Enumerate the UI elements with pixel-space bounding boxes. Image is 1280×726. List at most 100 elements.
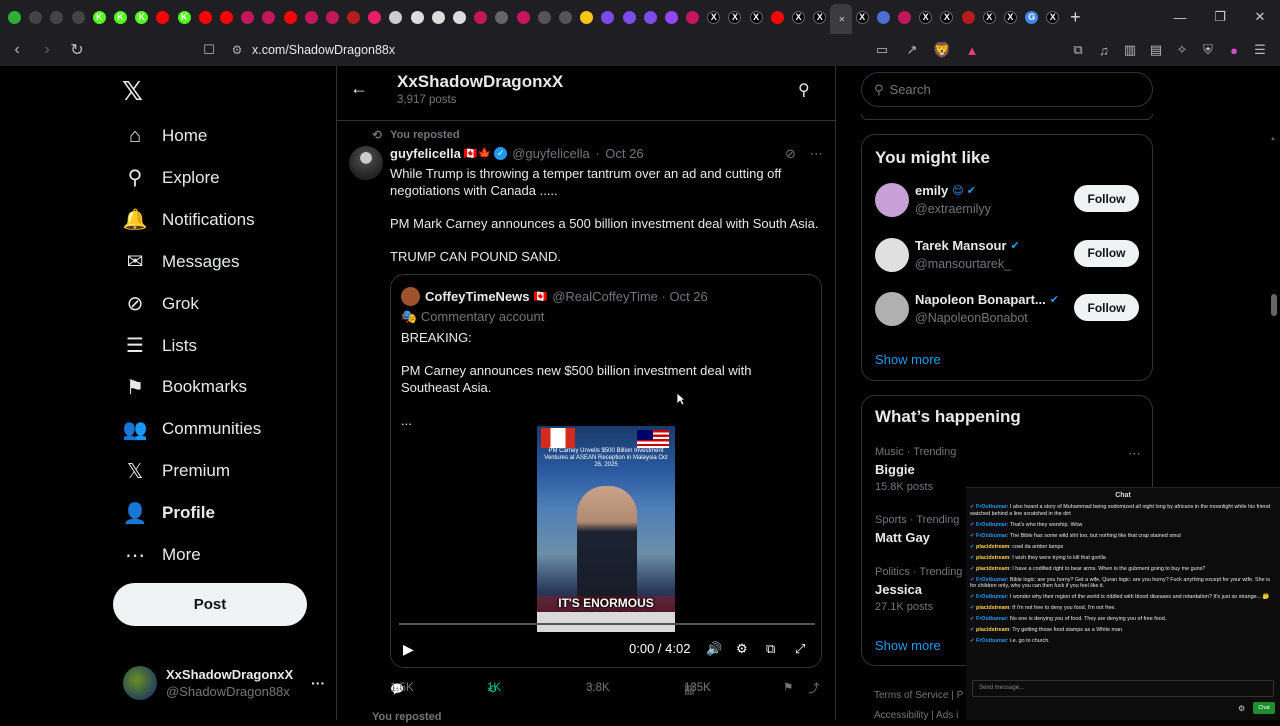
avatar[interactable] (349, 146, 383, 180)
vpn-icon[interactable]: ⛨ (1196, 37, 1220, 63)
browser-tab[interactable] (385, 0, 406, 34)
scroll-up-icon[interactable]: ▲ (1270, 136, 1276, 142)
browser-tab[interactable] (534, 0, 555, 34)
browser-tab[interactable] (682, 0, 703, 34)
minimize-button[interactable]: — (1160, 0, 1200, 34)
follow-button[interactable]: Follow (1074, 185, 1139, 212)
site-settings-icon[interactable]: ⚙ (222, 43, 252, 57)
x-logo-icon[interactable]: 𝕏 (122, 76, 143, 107)
chat-send-button[interactable]: Chat (1253, 702, 1275, 714)
browser-tab[interactable]: X (1000, 0, 1021, 34)
chat-username[interactable]: FrOstbumar (976, 577, 1007, 583)
show-more-link[interactable]: Show more (875, 638, 941, 653)
more-dots-icon[interactable]: ··· (311, 675, 325, 691)
browser-tab[interactable] (46, 0, 67, 34)
chat-username[interactable]: placidstream (976, 605, 1009, 611)
bookmark-icon[interactable]: ⚑ (783, 680, 793, 694)
settings-gear-icon[interactable]: ⚙ (736, 641, 748, 657)
browser-tab[interactable] (513, 0, 534, 34)
forward-nav-button[interactable]: › (34, 37, 60, 63)
music-icon[interactable]: ♫ (1092, 37, 1116, 63)
browser-tab[interactable] (343, 0, 364, 34)
tweet-author-handle[interactable]: @guyfelicella (512, 146, 590, 161)
browser-tab[interactable] (301, 0, 322, 34)
browser-tab[interactable] (873, 0, 894, 34)
browser-tab[interactable] (640, 0, 661, 34)
chat-input[interactable]: Send message... (972, 680, 1274, 697)
browser-tab[interactable]: K (110, 0, 131, 34)
browser-tab[interactable] (428, 0, 449, 34)
picture-in-picture-icon[interactable]: ⧉ (766, 641, 775, 657)
gear-icon[interactable]: ⚙ (1238, 704, 1245, 713)
back-nav-button[interactable]: ‹ (4, 37, 30, 63)
chat-username[interactable]: FrOstbumar (976, 522, 1007, 528)
browser-tab[interactable] (407, 0, 428, 34)
browser-tab[interactable] (216, 0, 237, 34)
share-icon[interactable]: ↗ (900, 37, 924, 63)
suggested-user[interactable]: Tarek Mansour ✔ @mansourtarek_ Follow (875, 237, 1141, 276)
profile-icon[interactable]: ● (1222, 37, 1246, 63)
play-icon[interactable]: ▶ (403, 641, 414, 658)
browser-tab[interactable] (258, 0, 279, 34)
browser-tab[interactable]: X (788, 0, 809, 34)
address-bar[interactable]: ⚙ x.com/ShadowDragon88x (222, 37, 912, 63)
browser-tab[interactable] (68, 0, 89, 34)
browser-tab[interactable] (894, 0, 915, 34)
browser-tab[interactable] (767, 0, 788, 34)
browser-tab[interactable]: X (936, 0, 957, 34)
show-more-link[interactable]: Show more (875, 352, 941, 367)
browser-tab[interactable] (597, 0, 618, 34)
tab-search-icon[interactable]: ⧉ (1066, 37, 1090, 63)
nav-item-explore[interactable]: ⚲ Explore (123, 158, 220, 198)
browser-tab[interactable] (957, 0, 978, 34)
browser-tab[interactable]: K (89, 0, 110, 34)
browser-tab[interactable] (195, 0, 216, 34)
footer-line[interactable]: Accessibility | Ads i (874, 706, 963, 726)
browser-tab[interactable]: X (724, 0, 745, 34)
grok-icon[interactable]: ⊘ (785, 146, 796, 162)
video-progress-bar[interactable] (399, 623, 815, 625)
back-arrow-icon[interactable]: ← (350, 78, 368, 99)
follow-button[interactable]: Follow (1074, 294, 1139, 321)
browser-tab[interactable] (364, 0, 385, 34)
browser-tab[interactable] (237, 0, 258, 34)
browser-tab[interactable]: X (703, 0, 724, 34)
scrollbar-thumb[interactable] (1271, 294, 1277, 316)
more-icon[interactable]: ⋯ (1128, 446, 1141, 462)
nav-item-bookmarks[interactable]: ⚑ Bookmarks (123, 367, 247, 407)
reload-button[interactable]: ↻ (64, 37, 90, 63)
browser-tab[interactable] (618, 0, 639, 34)
bookmark-page-icon[interactable]: ☐ (196, 37, 222, 63)
nav-item-messages[interactable]: ✉ Messages (123, 242, 240, 282)
chat-username[interactable]: placidstream (976, 544, 1009, 550)
chat-username[interactable]: placidstream (976, 555, 1009, 561)
chat-username[interactable]: placidstream (976, 566, 1009, 572)
browser-tab[interactable] (576, 0, 597, 34)
nav-item-profile[interactable]: 👤 Profile (123, 493, 215, 533)
browser-tab[interactable] (449, 0, 470, 34)
wallet-icon[interactable]: ▤ (1144, 37, 1168, 63)
chat-username[interactable]: FrOstbumar (976, 504, 1007, 510)
search-icon[interactable]: ⚲ (798, 80, 810, 100)
browser-tab[interactable]: X✕ (830, 4, 852, 34)
browser-tab[interactable] (25, 0, 46, 34)
more-icon[interactable]: ⋯ (810, 146, 823, 162)
share-icon[interactable]: ⤴ (808, 680, 820, 696)
browser-tab[interactable] (322, 0, 343, 34)
browser-tab[interactable] (152, 0, 173, 34)
menu-icon[interactable]: ☰ (1248, 37, 1272, 63)
nav-item-home[interactable]: ⌂ Home (123, 116, 207, 156)
quoted-tweet[interactable]: CoffeyTimeNews 🇨🇦 @RealCoffeyTime · Oct … (390, 274, 822, 668)
new-tab-button[interactable]: + (1063, 0, 1087, 34)
browser-tab[interactable] (279, 0, 300, 34)
browser-tab[interactable]: G (1021, 0, 1042, 34)
close-window-button[interactable]: ✕ (1240, 0, 1280, 34)
trend-item[interactable]: Music · Trending Biggie 15.8K posts ⋯ (875, 446, 1141, 493)
sidebar-icon[interactable]: ▥ (1118, 37, 1142, 63)
tweet-date[interactable]: Oct 26 (605, 146, 643, 161)
follow-button[interactable]: Follow (1074, 239, 1139, 267)
nav-item-communities[interactable]: 👥 Communities (123, 409, 262, 449)
brave-shields-icon[interactable]: 🦁 (930, 37, 954, 63)
tweet-author-name[interactable]: guyfelicella (390, 146, 461, 161)
nav-item-lists[interactable]: ☰ Lists (123, 326, 197, 366)
